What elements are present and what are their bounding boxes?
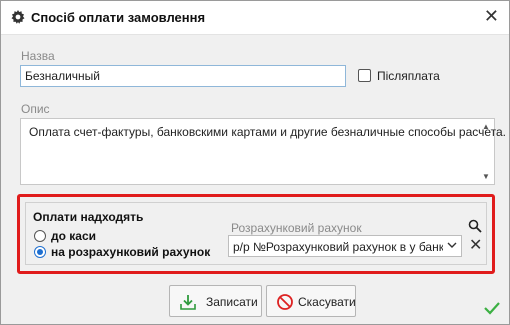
title-bar: Спосіб оплати замовлення ✕ bbox=[1, 1, 509, 35]
checkmark-icon bbox=[484, 302, 500, 315]
clear-icon[interactable]: ✕ bbox=[469, 238, 482, 254]
scroll-down-icon[interactable]: ▼ bbox=[482, 172, 490, 181]
cancel-button-label: Скасувати bbox=[298, 295, 356, 309]
description-text: Оплата счет-фактуры, банковскими картами… bbox=[29, 125, 507, 139]
description-label: Опис bbox=[21, 102, 50, 116]
radio-cash-label: до каси bbox=[51, 229, 97, 243]
postpay-checkbox[interactable] bbox=[358, 69, 371, 82]
gear-icon bbox=[11, 10, 25, 24]
radio-account-label: на розрахунковий рахунок bbox=[51, 245, 211, 259]
account-value: р/р №Розрахунковий рахунок в у банку bbox=[233, 240, 443, 254]
account-label: Розрахунковий рахунок bbox=[231, 221, 362, 235]
dialog-window: Спосіб оплати замовлення ✕ Назва Безнали… bbox=[0, 0, 510, 325]
radio-cash[interactable] bbox=[34, 230, 46, 242]
search-icon[interactable] bbox=[468, 219, 482, 233]
chevron-down-icon[interactable] bbox=[447, 239, 457, 251]
payment-group-title: Оплати надходять bbox=[33, 210, 144, 224]
radio-account[interactable] bbox=[34, 246, 46, 258]
account-select[interactable]: р/р №Розрахунковий рахунок в у банку bbox=[228, 235, 462, 257]
description-scrollbar[interactable]: ▲ ▼ bbox=[480, 119, 494, 184]
save-button[interactable]: Записати bbox=[169, 285, 262, 317]
dialog-title: Спосіб оплати замовлення bbox=[31, 10, 206, 25]
download-save-icon bbox=[180, 295, 196, 310]
postpay-label: Післяплата bbox=[377, 69, 440, 83]
description-textarea[interactable]: Оплата счет-фактуры, банковскими картами… bbox=[20, 118, 506, 185]
close-icon[interactable]: ✕ bbox=[484, 7, 499, 25]
save-button-label: Записати bbox=[206, 295, 258, 309]
scroll-up-icon[interactable]: ▲ bbox=[482, 122, 490, 131]
name-input[interactable]: Безналичный bbox=[20, 65, 346, 87]
cancel-button[interactable]: Скасувати bbox=[266, 285, 356, 317]
name-label: Назва bbox=[21, 49, 55, 63]
cancel-icon bbox=[277, 294, 293, 310]
